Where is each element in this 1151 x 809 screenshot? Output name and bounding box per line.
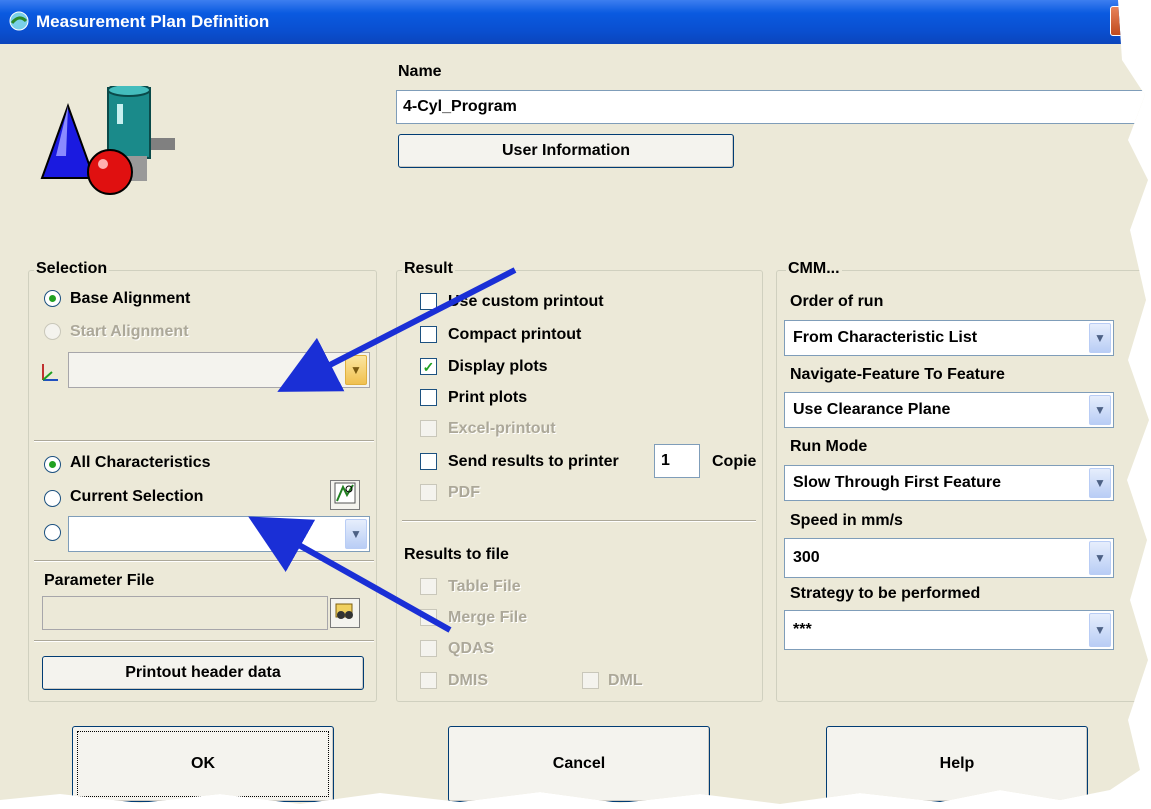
dialog-window: Measurement Plan Definition Name 4-Cyl_P… [0, 0, 1149, 804]
arrow-to-selection-combo [248, 516, 452, 633]
arrow-to-alignment-combo [277, 267, 517, 392]
annotation-arrows [248, 267, 517, 633]
